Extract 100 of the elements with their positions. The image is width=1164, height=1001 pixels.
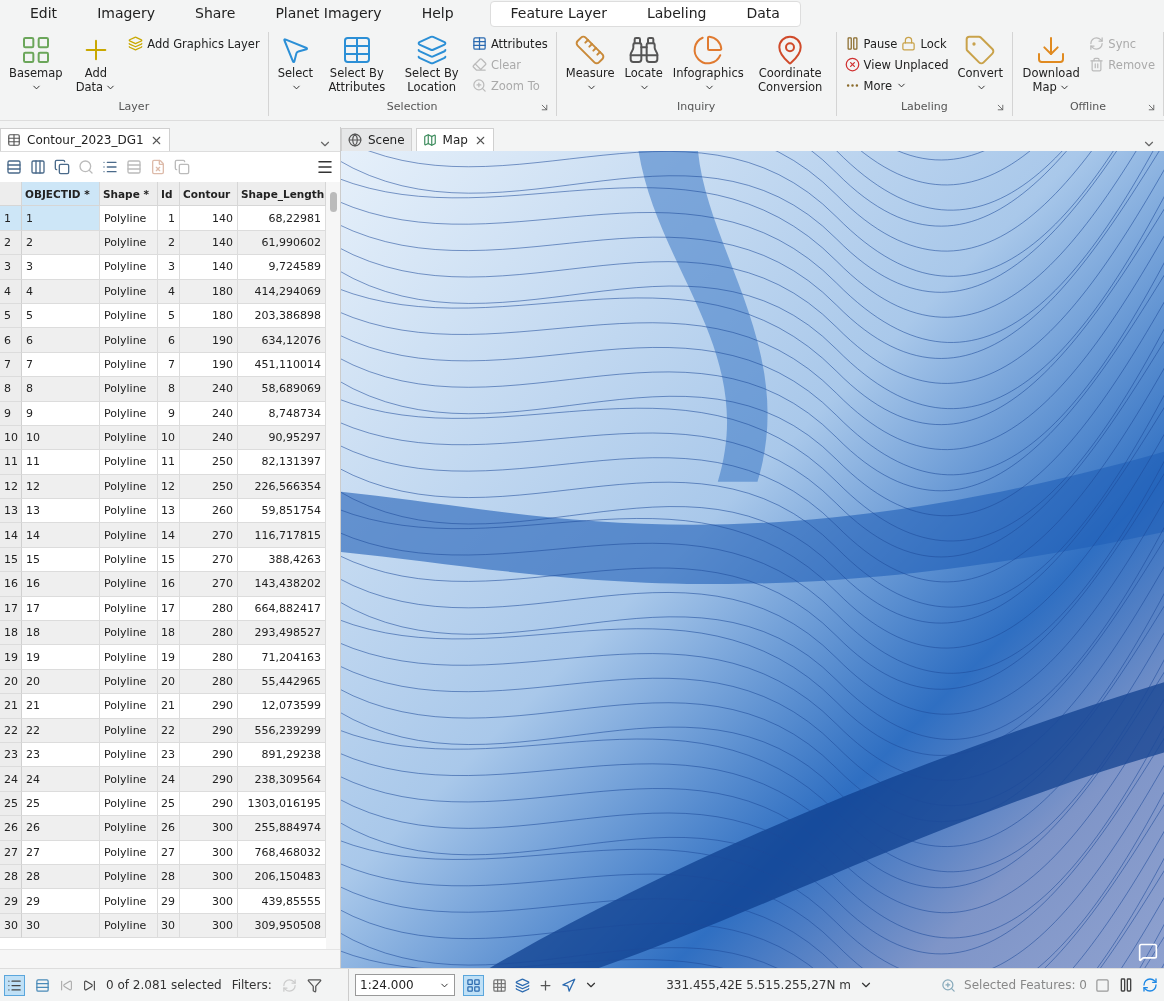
- table-cell: Polyline: [100, 572, 158, 597]
- tab-label: Contour_2023_DG1: [27, 133, 144, 147]
- terrain-map-drawing[interactable]: [341, 151, 1164, 968]
- layer-icon: [128, 36, 144, 51]
- refresh-icon[interactable]: [1142, 977, 1158, 993]
- pause-icon[interactable]: [1118, 977, 1134, 993]
- row-number[interactable]: 9: [0, 401, 22, 426]
- ribbon-button[interactable]: Infographics: [669, 32, 747, 100]
- row-number[interactable]: 23: [0, 743, 22, 768]
- row-number[interactable]: 22: [0, 718, 22, 743]
- table-cell: Polyline: [100, 791, 158, 817]
- row-number[interactable]: 25: [0, 791, 22, 817]
- row-number[interactable]: 19: [0, 645, 22, 670]
- table-view-button[interactable]: [4, 974, 25, 996]
- table-cell: Polyline: [100, 328, 158, 353]
- ribbon-button[interactable]: Download Map: [1019, 32, 1084, 100]
- table-cell: 439,85555: [238, 889, 326, 914]
- row-number[interactable]: 2: [0, 230, 22, 256]
- row-number[interactable]: 3: [0, 255, 22, 280]
- ribbon-button[interactable]: Measure: [562, 32, 618, 100]
- remove-icon: [1089, 57, 1105, 72]
- ribbon-button[interactable]: Select By Attributes: [320, 32, 394, 100]
- column-header[interactable]: Contour: [180, 182, 238, 207]
- row-number[interactable]: 14: [0, 523, 22, 548]
- column-header[interactable]: Shape_Length: [238, 182, 326, 207]
- copy-icon[interactable]: [54, 159, 70, 175]
- table-cell: 14: [158, 523, 180, 548]
- ribbon-button[interactable]: Add Data: [69, 32, 123, 100]
- ribbon-button[interactable]: Select By Location: [397, 32, 466, 100]
- row-number[interactable]: 13: [0, 499, 22, 524]
- row-number[interactable]: 8: [0, 377, 22, 402]
- row-number[interactable]: 15: [0, 547, 22, 573]
- context-tab[interactable]: Data: [726, 1, 800, 27]
- table-cell: 206,150483: [238, 864, 326, 890]
- table-cell: 4: [158, 279, 180, 304]
- table-cell: 180: [180, 303, 238, 329]
- row-number[interactable]: 28: [0, 864, 22, 890]
- row-number[interactable]: 24: [0, 767, 22, 792]
- row-number[interactable]: 21: [0, 694, 22, 719]
- table-cell: 116,717815: [238, 523, 326, 548]
- ribbon-button[interactable]: Basemap: [6, 32, 66, 100]
- menu-tab[interactable]: Share: [175, 1, 256, 27]
- snap-button[interactable]: [463, 974, 484, 996]
- row-number[interactable]: 27: [0, 840, 22, 865]
- row-number[interactable]: 29: [0, 889, 22, 914]
- table-cell: Polyline: [100, 816, 158, 841]
- column-header[interactable]: OBJECTID *: [22, 182, 100, 207]
- menu-tab[interactable]: Edit: [10, 1, 78, 27]
- row-number[interactable]: 5: [0, 303, 22, 329]
- column-header[interactable]: Id: [158, 182, 180, 207]
- row-number[interactable]: 11: [0, 450, 22, 475]
- menu-tab[interactable]: Imagery: [77, 1, 175, 27]
- scale-field[interactable]: 1:24.000: [355, 974, 455, 996]
- table-tab[interactable]: Contour_2023_DG1: [0, 128, 170, 151]
- table-cell: 4: [22, 279, 100, 304]
- row-number[interactable]: 26: [0, 816, 22, 841]
- row-number[interactable]: 12: [0, 474, 22, 500]
- ribbon-button[interactable]: Locate: [621, 32, 666, 100]
- ribbon-button[interactable]: View Unplaced: [842, 55, 951, 74]
- row-number[interactable]: 20: [0, 669, 22, 695]
- filter-icon[interactable]: [306, 977, 322, 993]
- table-cell: 20: [158, 669, 180, 695]
- row-number[interactable]: 18: [0, 621, 22, 646]
- context-tab[interactable]: Labeling: [626, 1, 727, 27]
- table-cell: 27: [158, 840, 180, 865]
- table-cell: 12: [22, 474, 100, 500]
- row-number[interactable]: 1: [0, 206, 22, 231]
- ribbon-button[interactable]: Add Graphics Layer: [126, 34, 262, 53]
- ribbon-button[interactable]: Select: [274, 32, 317, 100]
- context-tab[interactable]: Feature Layer: [490, 1, 627, 27]
- ribbon-button[interactable]: Pause: [842, 34, 900, 53]
- view-tab[interactable]: Map: [415, 128, 494, 151]
- row-number[interactable]: 30: [0, 913, 22, 939]
- layers-icon: [415, 34, 448, 66]
- launcher-icon[interactable]: [1146, 102, 1157, 113]
- ribbon-button[interactable]: More: [842, 76, 951, 95]
- row-number[interactable]: 10: [0, 425, 22, 451]
- table-cell: 26: [158, 816, 180, 841]
- row-number[interactable]: 6: [0, 328, 22, 353]
- row-number[interactable]: 4: [0, 279, 22, 304]
- row-number[interactable]: 17: [0, 596, 22, 622]
- menu-tab[interactable]: Planet Imagery: [255, 1, 402, 27]
- table-cell: 15: [158, 547, 180, 573]
- table-cell: Polyline: [100, 499, 158, 524]
- ribbon-button[interactable]: Convert: [954, 32, 1006, 100]
- grid-icon[interactable]: [492, 977, 507, 993]
- row-number[interactable]: 7: [0, 352, 22, 378]
- ribbon-button[interactable]: Lock: [899, 34, 949, 53]
- view-tab[interactable]: Scene: [341, 128, 412, 151]
- menu-tab[interactable]: Help: [401, 1, 474, 27]
- last-record-icon[interactable]: [83, 978, 96, 992]
- menu-icon[interactable]: [316, 158, 334, 176]
- ribbon-button[interactable]: Coordinate Conversion: [750, 32, 830, 100]
- launcher-icon[interactable]: [995, 102, 1006, 113]
- table-cell: 664,882417: [238, 596, 326, 622]
- table-cell: Polyline: [100, 596, 158, 622]
- ribbon-button[interactable]: Attributes: [469, 34, 550, 53]
- vertical-scrollbar[interactable]: [326, 182, 340, 949]
- row-number[interactable]: 16: [0, 572, 22, 597]
- column-header[interactable]: Shape *: [100, 182, 158, 207]
